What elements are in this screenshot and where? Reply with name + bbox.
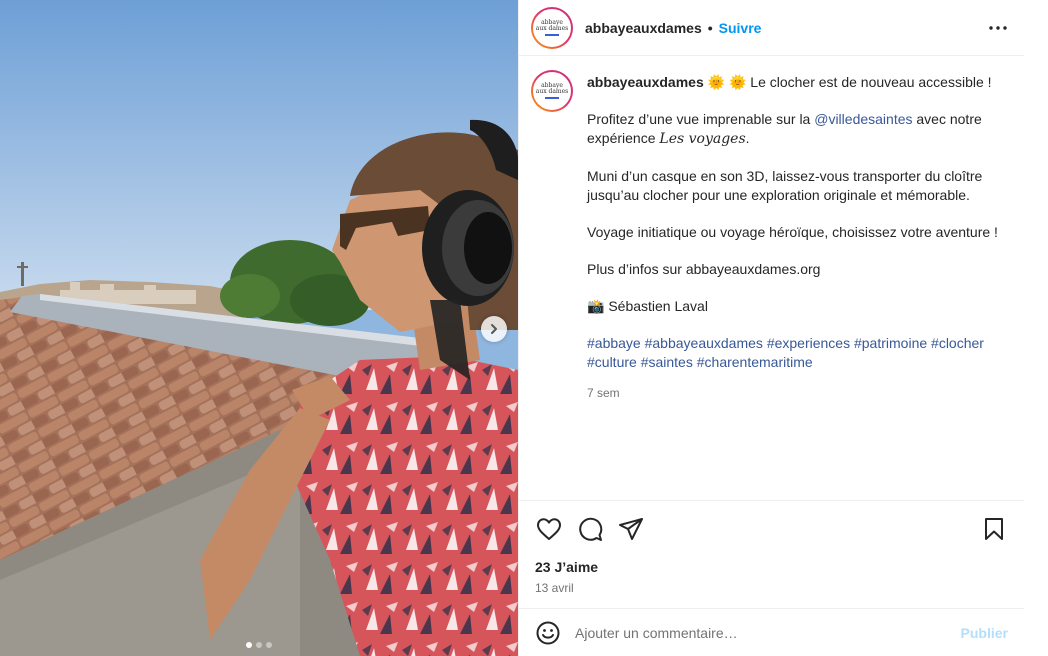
caption-text-run: . <box>745 130 750 146</box>
carousel-dot <box>246 642 252 648</box>
instagram-post: abbaye aux dames abbayeauxdames • Suivre… <box>0 0 1048 656</box>
header-separator: • <box>707 19 713 36</box>
save-button[interactable] <box>980 515 1008 543</box>
follow-button[interactable]: Suivre <box>719 20 762 36</box>
header-username[interactable]: abbayeauxdames <box>585 20 702 36</box>
caption-paragraph: Plus d’infos sur abbayeauxdames.org <box>587 261 821 277</box>
like-count[interactable]: 23 J’aime <box>519 559 1024 575</box>
credit-name: Sébastien Laval <box>608 298 708 314</box>
post-header: abbaye aux dames abbayeauxdames • Suivre <box>519 0 1024 56</box>
hashtag-list: #abbaye #abbayeauxdames #experiences #pa… <box>587 334 1007 372</box>
hashtag-link[interactable]: #experiences <box>767 335 850 351</box>
mention-link[interactable]: @villedesaintes <box>814 111 912 127</box>
post-media[interactable] <box>0 0 518 656</box>
caption-age[interactable]: 7 sem <box>587 384 1007 403</box>
chevron-right-icon <box>491 324 497 334</box>
comment-icon <box>579 517 603 541</box>
hashtag-link[interactable]: #abbaye <box>587 335 641 351</box>
hashtag-link[interactable]: #charentemaritime <box>697 354 813 370</box>
carousel-next-button[interactable] <box>481 316 507 342</box>
post-side-panel: abbaye aux dames abbayeauxdames • Suivre… <box>518 0 1024 656</box>
caption-avatar[interactable]: abbaye aux dames <box>531 70 573 112</box>
caption-styled-text: Les voyages <box>659 131 746 147</box>
avatar-logo-mark <box>545 97 559 99</box>
carousel-dot <box>256 642 262 648</box>
carousel-indicator <box>0 642 518 648</box>
carousel-dot <box>266 642 272 648</box>
caption-username[interactable]: abbayeauxdames <box>587 74 704 90</box>
bookmark-icon <box>985 518 1003 540</box>
smiley-icon <box>536 621 560 644</box>
hashtag-link[interactable]: #clocher <box>931 335 984 351</box>
caption-paragraph: Voyage initiatique ou voyage héroïque, c… <box>587 224 998 240</box>
camera-emoji: 📸 <box>587 298 605 314</box>
emoji-button[interactable] <box>535 620 561 646</box>
paper-plane-icon <box>619 518 643 540</box>
caption-paragraph: Profitez d’une vue imprenable sur la @vi… <box>587 110 1007 149</box>
avatar-logo: abbaye aux dames <box>533 72 571 110</box>
publish-button[interactable]: Publier <box>961 625 1008 641</box>
post-actions-section: 23 J’aime 13 avril <box>519 500 1024 595</box>
sun-emoji: 🌞 🌞 <box>707 74 747 90</box>
comment-composer: Publier <box>519 608 1024 656</box>
more-options-icon <box>989 25 1007 30</box>
avatar-logo: abbaye aux dames <box>533 8 571 47</box>
avatar-logo-mark <box>545 33 559 36</box>
comment-input[interactable] <box>575 624 961 641</box>
post-caption: abbaye aux dames abbayeauxdames 🌞 🌞 Le c… <box>531 70 1008 403</box>
hashtag-link[interactable]: #patrimoine <box>854 335 927 351</box>
hashtag-link[interactable]: #culture <box>587 354 637 370</box>
like-button[interactable] <box>535 515 563 543</box>
hashtag-link[interactable]: #saintes <box>641 354 693 370</box>
more-options-button[interactable] <box>986 16 1010 40</box>
caption-first-line: Le clocher est de nouveau accessible ! <box>750 74 992 90</box>
photo-credit: 📸 Sébastien Laval <box>587 297 1007 316</box>
post-photo <box>0 0 518 656</box>
caption-text-run: Profitez d’une vue imprenable sur la <box>587 111 815 127</box>
caption-paragraph: Muni d’un casque en son 3D, laissez-vous… <box>587 168 983 203</box>
caption-text: abbayeauxdames 🌞 🌞 Le clocher est de nou… <box>587 70 1007 403</box>
avatar-logo-text: aux dames <box>535 88 569 95</box>
avatar-logo-text: aux dames <box>535 24 569 32</box>
comment-button[interactable] <box>576 515 604 543</box>
heart-icon <box>537 518 561 540</box>
avatar[interactable]: abbaye aux dames <box>531 6 573 49</box>
action-bar <box>519 501 1024 557</box>
share-button[interactable] <box>617 515 645 543</box>
hashtag-link[interactable]: #abbayeauxdames <box>645 335 763 351</box>
post-date[interactable]: 13 avril <box>519 581 1024 595</box>
